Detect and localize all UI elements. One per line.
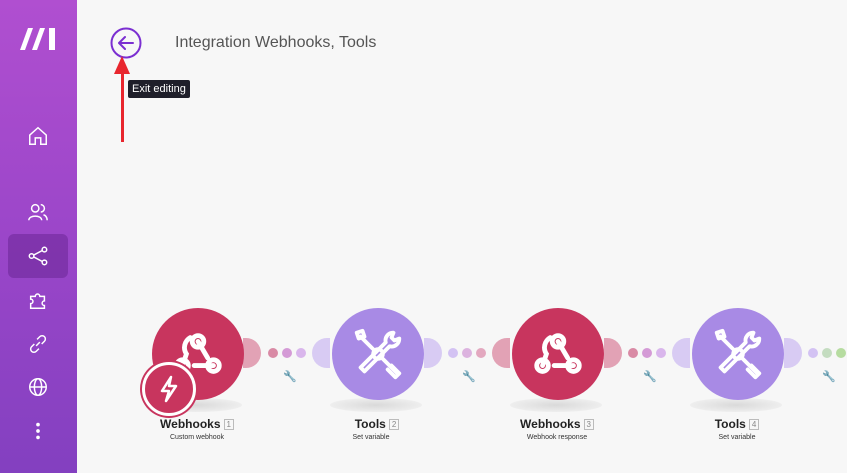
module-label: Tools 2: [317, 417, 437, 431]
sidebar-item-home[interactable]: [8, 114, 68, 158]
connector-dot: [822, 348, 832, 358]
connector-dot: [296, 348, 306, 358]
make-logo-icon[interactable]: [18, 24, 60, 52]
module-shadow: [690, 398, 782, 412]
connector-dot: [808, 348, 818, 358]
sidebar: [0, 0, 77, 473]
route-settings-wrench-icon[interactable]: 🔧: [643, 370, 657, 383]
module-label: Tools 4: [677, 417, 797, 431]
route-settings-wrench-icon[interactable]: 🔧: [822, 370, 836, 383]
instant-trigger-bolt-icon: [142, 362, 196, 416]
exit-editing-back-button[interactable]: [110, 27, 142, 59]
module-connector-lobe: [243, 338, 261, 368]
apps-puzzle-icon: [29, 293, 46, 309]
module-action: Set variable: [352, 434, 390, 441]
module-action: Custom webhook: [169, 434, 225, 441]
module-shadow: [510, 398, 602, 412]
module-connector-lobe: [784, 338, 802, 368]
team-icon: [28, 203, 48, 221]
module-number: 3: [583, 419, 594, 431]
tools-icon: [714, 328, 762, 380]
module-name: Tools: [354, 417, 386, 431]
tools-icon: [354, 328, 402, 380]
connector-dot: [656, 348, 666, 358]
module-name: Webhooks: [160, 417, 221, 431]
module-number: 1: [223, 419, 234, 431]
connector-dot: [628, 348, 638, 358]
sidebar-item-webhooks[interactable]: [8, 365, 68, 409]
sidebar-item-scenarios[interactable]: [8, 234, 68, 278]
module-connector-lobe: [492, 338, 510, 368]
scenario-title[interactable]: Integration Webhooks, Tools: [175, 34, 376, 52]
globe-icon: [29, 378, 47, 396]
more-vertical-icon: [36, 422, 40, 440]
route-settings-wrench-icon[interactable]: 🔧: [462, 370, 476, 383]
module-name: Webhooks: [520, 417, 581, 431]
webhook-icon: [534, 333, 582, 374]
module-name: Tools: [714, 417, 746, 431]
sidebar-item-apps[interactable]: [8, 278, 68, 322]
sidebar-item-team[interactable]: [8, 190, 68, 234]
module-connector-lobe: [604, 338, 622, 368]
sidebar-item-more[interactable]: [8, 409, 68, 453]
module-connector-lobe: [672, 338, 690, 368]
module-shadow: [330, 398, 422, 412]
home-icon: [29, 126, 47, 145]
module-webhooks-webhook-response[interactable]: [512, 308, 604, 400]
module-action: Webhook response: [526, 434, 588, 441]
connector-dot: [642, 348, 652, 358]
module-label: Webhooks 1: [137, 417, 257, 431]
module-label: Webhooks 3: [497, 417, 617, 431]
connector-dot: [462, 348, 472, 358]
exit-editing-tooltip: Exit editing: [128, 80, 190, 98]
module-tools-set-variable[interactable]: [332, 308, 424, 400]
connector-dot: [448, 348, 458, 358]
route-settings-wrench-icon[interactable]: 🔧: [283, 370, 297, 383]
module-connector-lobe: [424, 338, 442, 368]
module-number: 4: [748, 419, 760, 431]
module-number: 2: [388, 419, 400, 431]
connector-dot: [282, 348, 292, 358]
sidebar-item-connections[interactable]: [8, 322, 68, 366]
module-tools-set-variable-2[interactable]: [692, 308, 784, 400]
annotation-arrow-line: [121, 72, 124, 142]
module-action: Set variable: [718, 434, 756, 441]
connector-dot: [476, 348, 486, 358]
connector-dot: [268, 348, 278, 358]
scenarios-icon: [28, 246, 48, 266]
connections-link-icon: [29, 335, 47, 353]
connector-dot: [836, 348, 846, 358]
module-connector-lobe: [312, 338, 330, 368]
